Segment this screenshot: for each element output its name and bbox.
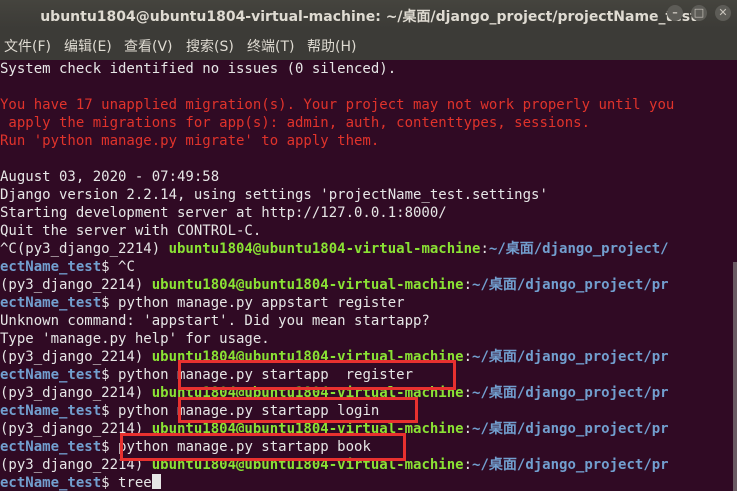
prompt-line: ectName_test$ python manage.py startapp … xyxy=(0,438,371,456)
prompt-colon: : xyxy=(463,421,473,437)
terminal-line: Django version 2.2.14, using settings 'p… xyxy=(0,187,548,203)
terminal-warning-line: apply the migrations for app(s): admin, … xyxy=(0,115,591,131)
command-text: tree xyxy=(118,475,152,491)
prompt-line: ^C(py3_django_2214) ubuntu1804@ubuntu180… xyxy=(0,240,669,258)
prompt-line: ectName_test$ python manage.py startapp … xyxy=(0,366,413,384)
prompt-user-host: ubuntu1804@ubuntu1804-virtual-machine xyxy=(151,421,464,437)
menu-bar: 文件(F) 编辑(E) 查看(V) 搜索(S) 终端(T) 帮助(H) xyxy=(0,28,737,60)
prompt-colon: : xyxy=(463,349,473,365)
prompt-path-tail: ectName_test xyxy=(0,475,102,491)
menu-edit[interactable]: 编辑(E) xyxy=(64,36,112,56)
prompt-path-tail: ectName_test xyxy=(0,259,102,275)
prompt-path-tail: ectName_test xyxy=(0,403,102,419)
prompt-line: (py3_django_2214) ubuntu1804@ubuntu1804-… xyxy=(0,276,669,294)
prompt-line: (py3_django_2214) ubuntu1804@ubuntu1804-… xyxy=(0,384,669,402)
scrollbar[interactable] xyxy=(733,262,737,491)
prompt-line: (py3_django_2214) ubuntu1804@ubuntu1804-… xyxy=(0,456,669,474)
prompt-user-host: ubuntu1804@ubuntu1804-virtual-machine xyxy=(168,241,481,257)
prompt-env: (py3_django_2214) xyxy=(0,277,152,293)
prompt-colon: : xyxy=(480,241,489,257)
prompt-line: (py3_django_2214) ubuntu1804@ubuntu1804-… xyxy=(0,348,669,366)
maximize-button[interactable]: □ xyxy=(691,5,707,21)
command-text: python manage.py appstart register xyxy=(118,295,405,311)
menu-terminal[interactable]: 终端(T) xyxy=(247,36,294,56)
prompt-symbol: $ xyxy=(101,439,119,455)
prompt-env: (py3_django_2214) xyxy=(0,385,152,401)
prompt-line: ectName_test$ tree xyxy=(0,474,161,491)
prompt-path: ~/桌面/django_project/ xyxy=(488,241,669,257)
prompt-line: (py3_django_2214) ubuntu1804@ubuntu1804-… xyxy=(0,420,669,438)
prompt-symbol: $ xyxy=(101,259,119,275)
prompt-colon: : xyxy=(463,457,473,473)
prompt-env: ^C(py3_django_2214) xyxy=(0,241,169,257)
menu-file[interactable]: 文件(F) xyxy=(4,36,51,56)
prompt-symbol: $ xyxy=(101,475,119,491)
terminal-line: Type 'manage.py help' for usage. xyxy=(0,331,270,347)
prompt-env: (py3_django_2214) xyxy=(0,457,152,473)
window-controls: – □ ✕ xyxy=(667,5,731,21)
menu-search[interactable]: 搜索(S) xyxy=(186,36,234,56)
window-titlebar[interactable]: ubuntu1804@ubuntu1804-virtual-machine: ~… xyxy=(0,0,737,28)
menu-view[interactable]: 查看(V) xyxy=(124,36,173,56)
prompt-user-host: ubuntu1804@ubuntu1804-virtual-machine xyxy=(151,457,464,473)
command-text: python manage.py startapp book xyxy=(118,439,371,455)
terminal-line: Quit the server with CONTROL-C. xyxy=(0,223,262,239)
prompt-colon: : xyxy=(463,277,473,293)
prompt-path: ~/桌面/django_project/pr xyxy=(472,385,669,401)
prompt-user-host: ubuntu1804@ubuntu1804-virtual-machine xyxy=(151,349,464,365)
prompt-env: (py3_django_2214) xyxy=(0,421,152,437)
prompt-line: ectName_test$ ^C xyxy=(0,258,135,276)
prompt-path: ~/桌面/django_project/pr xyxy=(472,349,669,365)
terminal-warning-line: Run 'python manage.py migrate' to apply … xyxy=(0,133,380,149)
terminal-line: Unknown command: 'appstart'. Did you mea… xyxy=(0,313,430,329)
prompt-path-tail: ectName_test xyxy=(0,439,102,455)
prompt-path-tail: ectName_test xyxy=(0,295,102,311)
terminal-output[interactable]: System check identified no issues (0 sil… xyxy=(0,60,737,491)
menu-help[interactable]: 帮助(H) xyxy=(307,36,356,56)
terminal-line: August 03, 2020 - 07:49:58 xyxy=(0,169,220,185)
prompt-line: ectName_test$ python manage.py startapp … xyxy=(0,402,379,420)
minimize-button[interactable]: – xyxy=(667,5,683,21)
command-text: python manage.py startapp register xyxy=(118,367,414,383)
prompt-user-host: ubuntu1804@ubuntu1804-virtual-machine xyxy=(151,385,464,401)
prompt-path: ~/桌面/django_project/pr xyxy=(472,277,669,293)
prompt-colon: : xyxy=(463,385,473,401)
prompt-symbol: $ xyxy=(101,295,119,311)
prompt-line: ectName_test$ python manage.py appstart … xyxy=(0,294,405,312)
prompt-env: (py3_django_2214) xyxy=(0,349,152,365)
terminal-line: System check identified no issues (0 sil… xyxy=(0,61,397,77)
prompt-symbol: $ xyxy=(101,367,119,383)
prompt-path-tail: ectName_test xyxy=(0,367,102,383)
terminal-line: Starting development server at http://12… xyxy=(0,205,447,221)
window-title: ubuntu1804@ubuntu1804-virtual-machine: ~… xyxy=(40,9,697,25)
prompt-path: ~/桌面/django_project/pr xyxy=(472,421,669,437)
text-cursor xyxy=(151,474,161,489)
terminal-warning-line: You have 17 unapplied migration(s). Your… xyxy=(0,97,675,113)
prompt-user-host: ubuntu1804@ubuntu1804-virtual-machine xyxy=(151,277,464,293)
prompt-path: ~/桌面/django_project/pr xyxy=(472,457,669,473)
command-text: ^C xyxy=(118,259,135,275)
close-button[interactable]: ✕ xyxy=(715,5,731,21)
command-text: python manage.py startapp login xyxy=(118,403,380,419)
prompt-symbol: $ xyxy=(101,403,119,419)
